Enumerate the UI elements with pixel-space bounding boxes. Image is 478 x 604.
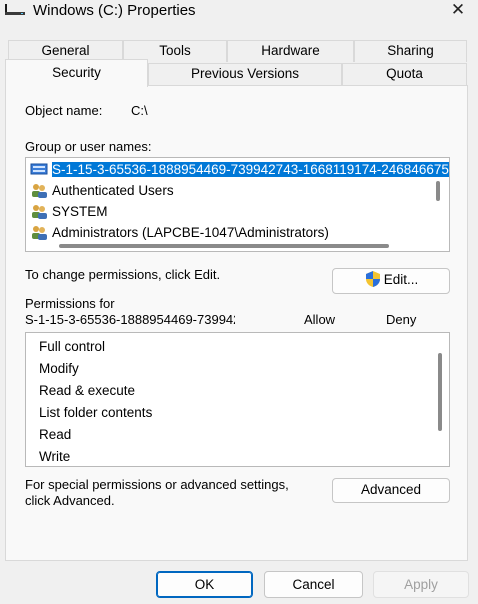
- permission-row: Write: [39, 449, 71, 464]
- group-user-list[interactable]: S-1-15-3-65536-1888954469-739942743-1668…: [25, 157, 450, 252]
- tab-label: Sharing: [387, 43, 434, 58]
- cancel-button[interactable]: Cancel: [264, 571, 363, 598]
- advanced-button[interactable]: Advanced: [332, 478, 450, 503]
- title-bar: Windows (C:) Properties ✕: [0, 0, 478, 32]
- apply-button[interactable]: Apply: [373, 571, 469, 598]
- vertical-scrollbar[interactable]: [436, 181, 440, 201]
- users-icon: [32, 226, 47, 240]
- tab-label: Hardware: [261, 43, 320, 58]
- tab-previous-versions[interactable]: Previous Versions: [148, 63, 342, 86]
- group-names-label: Group or user names:: [25, 139, 152, 154]
- users-icon: [32, 184, 47, 198]
- uac-shield-icon: [365, 271, 380, 287]
- object-name-value: C:\: [131, 103, 148, 118]
- list-item[interactable]: Administrators (LAPCBE-1047\Administrato…: [30, 223, 432, 243]
- list-item[interactable]: SYSTEM: [30, 202, 432, 222]
- edit-button-label: Edit...: [383, 272, 419, 287]
- permission-row: Modify: [39, 361, 79, 376]
- edit-button[interactable]: Edit...: [332, 268, 450, 294]
- list-item[interactable]: Authenticated Users: [30, 181, 432, 201]
- package-icon: [30, 163, 48, 175]
- tab-sharing[interactable]: Sharing: [354, 40, 467, 62]
- permissions-list[interactable]: Full control Modify Read & execute List …: [25, 332, 450, 467]
- permission-row: Read & execute: [39, 383, 136, 398]
- drive-icon: [5, 4, 25, 15]
- permission-row: Read: [39, 427, 72, 442]
- user-name: Administrators (LAPCBE-1047\Administrato…: [52, 225, 329, 240]
- permissions-for-label: Permissions for: [25, 296, 115, 311]
- permission-row: List folder contents: [39, 405, 153, 420]
- permissions-for-user: S-1-15-3-65536-1888954469-739942: [25, 312, 235, 327]
- tab-label: Security: [52, 65, 101, 80]
- window-title: Windows (C:) Properties: [33, 2, 196, 19]
- user-name: SYSTEM: [52, 204, 108, 219]
- list-item[interactable]: S-1-15-3-65536-1888954469-739942743-1668…: [30, 160, 449, 180]
- object-name-label: Object name:: [25, 103, 103, 118]
- change-permissions-text: To change permissions, click Edit.: [25, 267, 221, 282]
- tab-label: Tools: [159, 43, 191, 58]
- tab-security[interactable]: Security: [5, 59, 148, 87]
- deny-column-header: Deny: [386, 312, 417, 327]
- horizontal-scrollbar[interactable]: [59, 244, 389, 248]
- user-name: S-1-15-3-65536-1888954469-739942743-1668…: [52, 162, 449, 177]
- advanced-text: For special permissions or advanced sett…: [25, 477, 289, 492]
- permission-row: Full control: [39, 339, 106, 354]
- close-button[interactable]: ✕: [446, 0, 470, 20]
- close-icon: ✕: [450, 0, 466, 19]
- user-name: Authenticated Users: [52, 183, 174, 198]
- tab-label: Previous Versions: [190, 66, 300, 81]
- ok-button[interactable]: OK: [156, 571, 253, 598]
- advanced-text-2: click Advanced.: [25, 493, 115, 508]
- tab-hardware[interactable]: Hardware: [227, 40, 354, 62]
- allow-column-header: Allow: [304, 312, 336, 327]
- users-icon: [32, 205, 47, 219]
- tab-label: Quota: [386, 66, 423, 81]
- tab-quota[interactable]: Quota: [342, 63, 467, 86]
- tab-label: General: [41, 43, 90, 58]
- vertical-scrollbar[interactable]: [438, 353, 442, 431]
